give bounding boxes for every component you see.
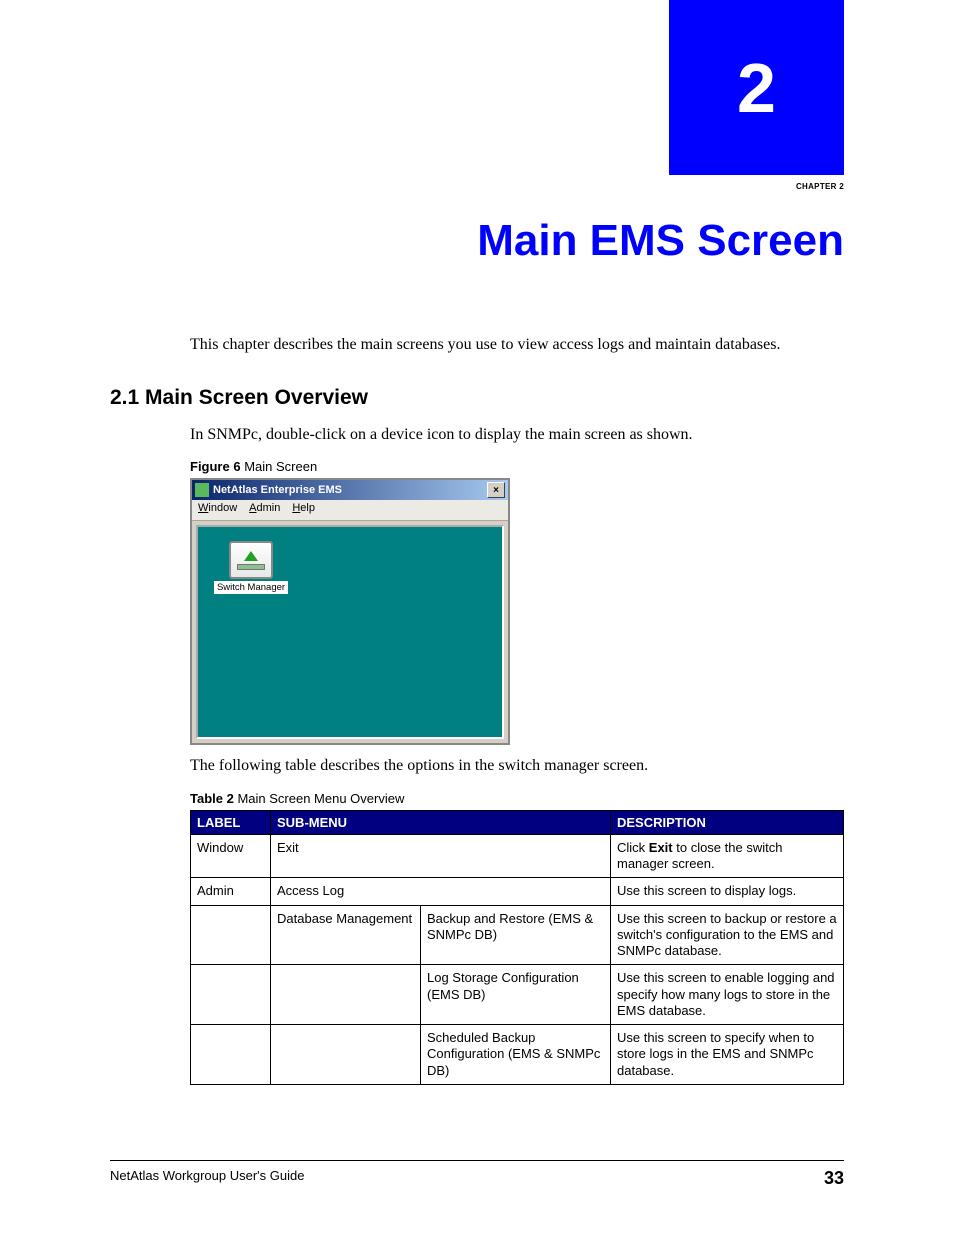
cell-label: Window — [191, 834, 271, 878]
device-icon — [229, 541, 273, 579]
chapter-intro: This chapter describes the main screens … — [190, 335, 844, 356]
switch-manager-label: Switch Manager — [214, 581, 288, 594]
menu-admin[interactable]: Admin — [249, 502, 280, 520]
chapter-title: Main EMS Screen — [110, 216, 844, 266]
cell-description: Use this screen to specify when to store… — [611, 1025, 844, 1085]
cell-submenu-1: Database Management — [271, 905, 421, 965]
close-icon: × — [493, 485, 499, 496]
th-label: LABEL — [191, 810, 271, 834]
cell-label — [191, 905, 271, 965]
window-title: NetAtlas Enterprise EMS — [213, 484, 487, 496]
chapter-label: CHAPTER 2 — [110, 182, 844, 191]
table-caption-text: Main Screen Menu Overview — [234, 791, 405, 806]
arrow-up-icon — [244, 551, 258, 561]
menu-help[interactable]: Help — [292, 502, 315, 520]
page-footer: NetAtlas Workgroup User's Guide 33 — [110, 1160, 844, 1189]
table-row: Window Exit Click Exit to close the swit… — [191, 834, 844, 878]
device-bar-icon — [237, 564, 265, 570]
close-button[interactable]: × — [487, 482, 505, 498]
cell-description: Click Exit to close the switch manager s… — [611, 834, 844, 878]
cell-label — [191, 965, 271, 1025]
cell-label — [191, 1025, 271, 1085]
switch-manager-icon[interactable]: Switch Manager — [212, 541, 290, 594]
app-icon — [195, 483, 209, 497]
window-titlebar: NetAtlas Enterprise EMS × — [192, 480, 508, 500]
section-body-1: In SNMPc, double-click on a device icon … — [190, 424, 844, 446]
figure-caption-prefix: Figure 6 — [190, 459, 241, 474]
table-row: Database Management Backup and Restore (… — [191, 905, 844, 965]
th-submenu: SUB-MENU — [271, 810, 611, 834]
window-client-area: Switch Manager — [196, 525, 504, 739]
cell-label: Admin — [191, 878, 271, 905]
figure-caption-text: Main Screen — [241, 459, 318, 474]
cell-submenu: Access Log — [271, 878, 611, 905]
figure-caption: Figure 6 Main Screen — [190, 459, 844, 474]
figure-main-screen: NetAtlas Enterprise EMS × Window Admin H… — [190, 478, 510, 745]
table-caption: Table 2 Main Screen Menu Overview — [190, 791, 844, 806]
table-caption-prefix: Table 2 — [190, 791, 234, 806]
menu-window[interactable]: Window — [198, 502, 237, 520]
cell-submenu-2: Backup and Restore (EMS & SNMPc DB) — [421, 905, 611, 965]
table-row: Admin Access Log Use this screen to disp… — [191, 878, 844, 905]
cell-submenu-2: Log Storage Configuration (EMS DB) — [421, 965, 611, 1025]
section-body-2: The following table describes the option… — [190, 755, 844, 777]
cell-submenu-1 — [271, 965, 421, 1025]
cell-description: Use this screen to display logs. — [611, 878, 844, 905]
section-heading: 2.1 Main Screen Overview — [110, 386, 844, 410]
table-row: Log Storage Configuration (EMS DB) Use t… — [191, 965, 844, 1025]
footer-page-number: 33 — [824, 1168, 844, 1189]
main-screen-menu-table: LABEL SUB-MENU DESCRIPTION Window Exit C… — [190, 810, 844, 1085]
cell-submenu-2: Scheduled Backup Configuration (EMS & SN… — [421, 1025, 611, 1085]
table-row: Scheduled Backup Configuration (EMS & SN… — [191, 1025, 844, 1085]
chapter-number-tab: 2 — [669, 0, 844, 175]
menu-bar: Window Admin Help — [192, 500, 508, 521]
th-description: DESCRIPTION — [611, 810, 844, 834]
cell-description: Use this screen to enable logging and sp… — [611, 965, 844, 1025]
footer-guide-title: NetAtlas Workgroup User's Guide — [110, 1168, 304, 1189]
chapter-number: 2 — [737, 48, 776, 128]
table-header-row: LABEL SUB-MENU DESCRIPTION — [191, 810, 844, 834]
cell-submenu-1 — [271, 1025, 421, 1085]
cell-submenu: Exit — [271, 834, 611, 878]
cell-description: Use this screen to backup or restore a s… — [611, 905, 844, 965]
